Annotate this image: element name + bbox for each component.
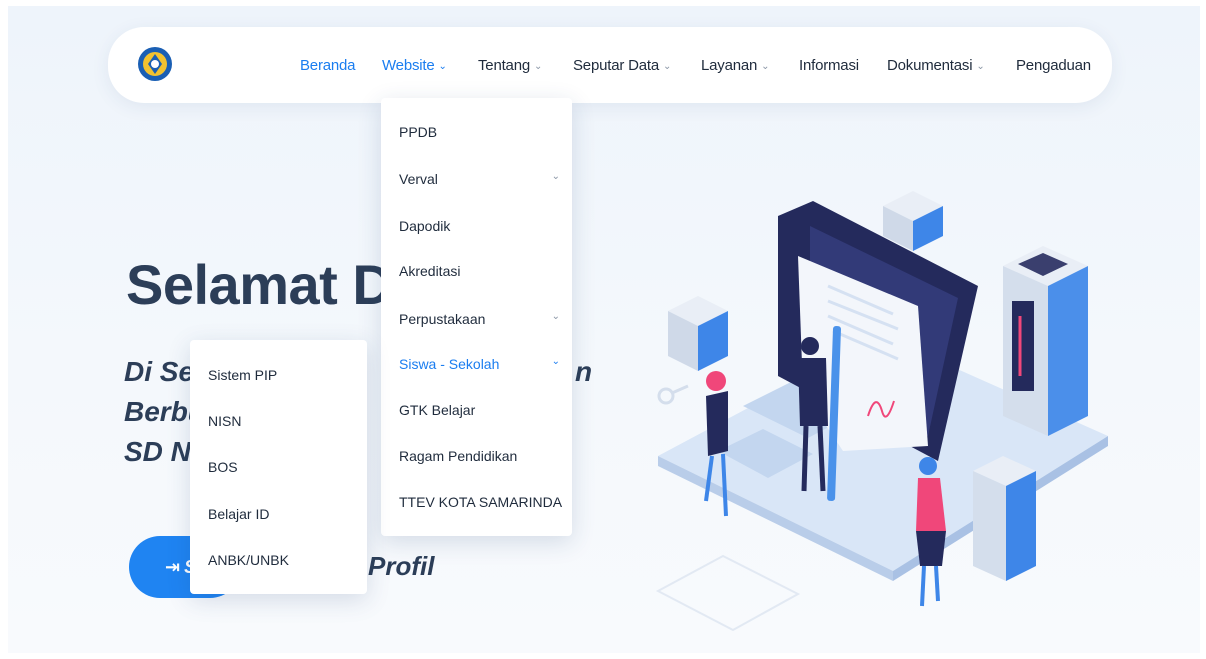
menu-item-ttev-kota-samarinda[interactable]: TTEV KOTA SAMARINDA <box>399 494 563 510</box>
submenu-item-bos[interactable]: BOS <box>208 459 238 475</box>
nav-informasi-label: Informasi <box>799 57 859 74</box>
menu-item-label: Dapodik <box>399 218 451 234</box>
menu-item-dapodik[interactable]: Dapodik <box>399 218 554 234</box>
siswa-sekolah-submenu: Sistem PIP NISN BOS Belajar ID ANBK/UNBK <box>190 340 367 594</box>
submenu-item-label: BOS <box>208 459 238 475</box>
menu-item-label: Ragam Pendidikan <box>399 448 518 464</box>
chevron-down-icon: ⌄ <box>663 61 672 72</box>
hero-subtitle-line-3: SD N <box>124 436 191 467</box>
nav-layanan-label: Layanan <box>701 57 758 74</box>
website-dropdown-menu: PPDB Verval ⌄ Dapodik Akreditasi Perpusta… <box>381 98 572 536</box>
menu-item-perpustakaan[interactable]: Perpustakaan ⌄ <box>399 311 560 327</box>
menu-item-label: Siswa - Sekolah <box>399 356 500 372</box>
menu-item-gtk-belajar[interactable]: GTK Belajar <box>399 402 554 418</box>
menu-item-label: Perpustakaan <box>399 311 486 327</box>
nav-website-label: Website <box>382 57 435 74</box>
submenu-item-anbk-unbk[interactable]: ANBK/UNBK <box>208 552 289 568</box>
chevron-down-icon: ⌄ <box>551 171 560 182</box>
nav-website[interactable]: Website ⌄ <box>382 57 447 74</box>
menu-item-label: Akreditasi <box>399 263 461 279</box>
hero-subtitle-line-1-end: n <box>575 356 593 387</box>
menu-item-label: TTEV KOTA SAMARINDA <box>399 494 563 510</box>
chevron-down-icon: ⌄ <box>551 356 560 367</box>
nav-tentang-label: Tentang <box>478 57 530 74</box>
page-background: Selamat Da Di Se n Berbu SD N ⇥ S Profil <box>8 6 1200 653</box>
hero-subtitle-line-1: Di Se <box>124 356 195 387</box>
nav-dokumentasi-label: Dokumentasi <box>887 57 973 74</box>
menu-item-label: GTK Belajar <box>399 402 476 418</box>
tut-wuri-handayani-logo[interactable] <box>136 45 174 83</box>
submenu-item-sistem-pip[interactable]: Sistem PIP <box>208 367 277 383</box>
chevron-down-icon: ⌄ <box>438 61 447 72</box>
submenu-item-belajar-id[interactable]: Belajar ID <box>208 506 269 522</box>
submenu-item-label: NISN <box>208 413 242 429</box>
submenu-item-label: Sistem PIP <box>208 367 278 383</box>
nav-seputar-data-label: Seputar Data <box>573 57 659 74</box>
menu-item-label: PPDB <box>399 124 438 140</box>
submenu-item-label: Belajar ID <box>208 506 270 522</box>
chevron-down-icon: ⌄ <box>533 61 543 72</box>
submenu-item-nisn[interactable]: NISN <box>208 413 241 429</box>
nav-tentang[interactable]: Tentang ⌄ <box>478 57 542 74</box>
hero-illustration <box>655 191 1108 632</box>
nav-layanan[interactable]: Layanan ⌄ <box>701 57 770 74</box>
profil-button-label: Profil <box>368 551 435 581</box>
nav-pengaduan-label: Pengaduan <box>1016 57 1091 74</box>
nav-beranda[interactable]: Beranda <box>300 57 356 74</box>
chevron-down-icon: ⌄ <box>551 311 560 322</box>
profil-button[interactable]: Profil <box>368 551 434 582</box>
submenu-item-label: ANBK/UNBK <box>208 552 289 568</box>
nav-seputar-data[interactable]: Seputar Data ⌄ <box>573 57 671 74</box>
menu-item-verval[interactable]: Verval ⌄ <box>399 171 560 187</box>
hero-title: Selamat Da <box>126 253 423 316</box>
menu-item-ppdb[interactable]: PPDB <box>399 124 554 140</box>
menu-item-label: Verval <box>399 171 438 187</box>
menu-item-akreditasi[interactable]: Akreditasi <box>399 263 554 279</box>
login-icon: ⇥ <box>165 556 181 577</box>
navbar: Beranda Website ⌄ Tentang ⌄ Seputar Data ⌄ … <box>108 27 1112 103</box>
nav-informasi[interactable]: Informasi <box>799 57 859 74</box>
chevron-down-icon: ⌄ <box>761 61 770 72</box>
nav-dokumentasi[interactable]: Dokumentasi ⌄ <box>887 57 985 74</box>
nav-pengaduan[interactable]: Pengaduan <box>1016 57 1091 74</box>
nav-beranda-label: Beranda <box>300 57 356 74</box>
menu-item-siswa-sekolah[interactable]: Siswa - Sekolah ⌄ <box>399 356 560 372</box>
chevron-down-icon: ⌄ <box>976 61 985 72</box>
menu-item-ragam-pendidikan[interactable]: Ragam Pendidikan <box>399 448 554 464</box>
